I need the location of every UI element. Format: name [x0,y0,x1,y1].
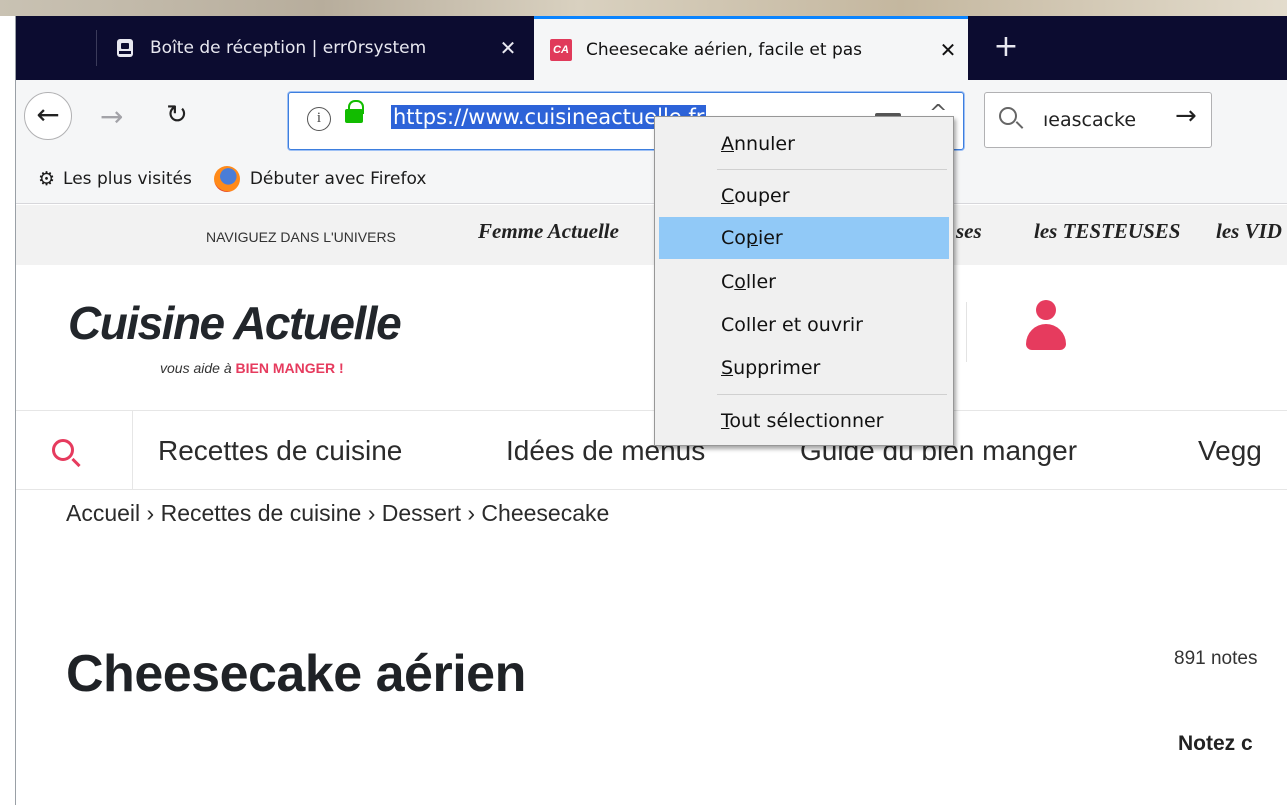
search-go-arrow-icon[interactable]: → [1175,101,1197,131]
forward-arrow-icon[interactable]: → [100,100,123,133]
menu-label-rest: ller [745,271,776,293]
firefox-icon [213,165,240,192]
reload-icon[interactable]: ↻ [166,100,188,130]
new-tab-plus-icon[interactable]: + [986,24,1026,70]
menu-item-tout-selectionner[interactable]: Tout sélectionner [659,400,949,442]
nav-recettes[interactable]: Recettes de cuisine [158,435,402,467]
menu-label-prefix: C [721,271,735,293]
ca-favicon-icon: CA [550,38,572,61]
tab-cheesecake[interactable]: CA Cheesecake aérien, facile et pas ✕ [534,16,968,80]
menu-accel-key: S [721,357,734,379]
tab-divider [96,30,97,66]
bookmark-most-visited[interactable]: ⚙ Les plus visités [38,168,192,190]
tagline-prefix: vous aide à [160,360,236,376]
menu-accel-key: o [734,271,746,293]
search-icon[interactable] [52,439,74,461]
site-tagline: vous aide à BIEN MANGER ! [160,360,344,376]
menu-separator [717,169,947,170]
mail-icon [114,37,136,59]
header-divider [966,302,967,362]
info-icon[interactable]: i [307,107,331,131]
menu-accel-key: p [745,227,758,249]
menu-item-copier[interactable]: Copier [659,217,949,259]
search-bar[interactable]: ıeascacke → [984,92,1212,148]
close-icon[interactable]: ✕ [488,36,528,60]
context-menu: Annuler Couper Copier Coller Coller et o… [654,116,954,446]
brand-femme-actuelle[interactable]: Femme Actuelle [478,219,619,244]
search-input[interactable]: ıeascacke [1043,109,1136,131]
desktop-background [0,0,1287,16]
navigation-toolbar: ← → ↻ i https://www.cuisineactuelle.fr ^… [16,80,1287,154]
menu-label-rest: upprimer [733,357,821,379]
menu-label-rest: out sélectionner [729,410,884,432]
tab-title: Cheesecake aérien, facile et pas [586,39,863,60]
gear-icon: ⚙ [38,167,56,190]
brand-partial[interactable]: ses [956,219,982,244]
menu-item-coller[interactable]: Coller [659,261,949,303]
site-navigation: Recettes de cuisine Idées de menus Guide… [16,410,1287,490]
menu-label-rest: ier [757,227,783,249]
user-body [1026,324,1066,350]
nav-veggie[interactable]: Vegg [1198,435,1262,467]
breadcrumb[interactable]: Accueil › Recettes de cuisine › Dessert … [66,500,609,527]
tagline-highlight: BIEN MANGER ! [235,360,344,376]
menu-item-couper[interactable]: Couper [659,175,949,217]
menu-separator [717,394,947,395]
tab-strip: Boîte de réception | err0rsystem ✕ CA Ch… [16,16,1287,80]
bookmark-label: Les plus visités [63,168,192,189]
tab-inbox[interactable]: Boîte de réception | err0rsystem ✕ [98,16,528,80]
ratings-count: 891 notes [1174,648,1258,669]
site-logo[interactable]: Cuisine Actuelle [68,296,402,350]
bookmarks-toolbar: ⚙ Les plus visités Débuter avec Firefox [16,154,1287,204]
brand-les-testeuses[interactable]: les TESTEUSES [1034,219,1180,244]
menu-item-coller-et-ouvrir[interactable]: Coller et ouvrir [659,304,949,346]
menu-accel-key: C [721,185,735,207]
user-head [1036,300,1056,320]
search-icon [999,107,1017,125]
menu-item-annuler[interactable]: Annuler [659,123,949,165]
menu-item-supprimer[interactable]: Supprimer [659,347,949,389]
user-account-icon[interactable] [1026,300,1066,352]
brand-universe-strip: NAVIGUEZ DANS L'UNIVERS Femme Actuelle s… [16,205,1287,265]
bookmark-label: Débuter avec Firefox [249,168,427,189]
rate-recipe-label: Notez c [1178,732,1253,755]
bookmark-getting-started[interactable]: Débuter avec Firefox [213,165,427,192]
universe-label: NAVIGUEZ DANS L'UNIVERS [206,229,396,245]
lock-icon[interactable] [345,100,364,123]
menu-label-rest: nnuler [734,133,795,155]
window-frame-left [0,16,16,805]
back-arrow-icon[interactable]: ← [24,92,72,140]
menu-accel-key: A [721,133,734,155]
page-title: Cheesecake aérien [66,645,526,703]
menu-label-rest: ler et ouvrir [751,314,863,336]
menu-label-prefix: Co [721,314,746,336]
brand-les-vid[interactable]: les VID [1216,219,1282,244]
nav-separator [132,411,133,489]
menu-label-prefix: Co [721,227,746,249]
tab-title: Boîte de réception | err0rsystem [150,38,427,58]
close-icon[interactable]: ✕ [928,38,968,62]
menu-label-rest: ouper [734,185,790,207]
